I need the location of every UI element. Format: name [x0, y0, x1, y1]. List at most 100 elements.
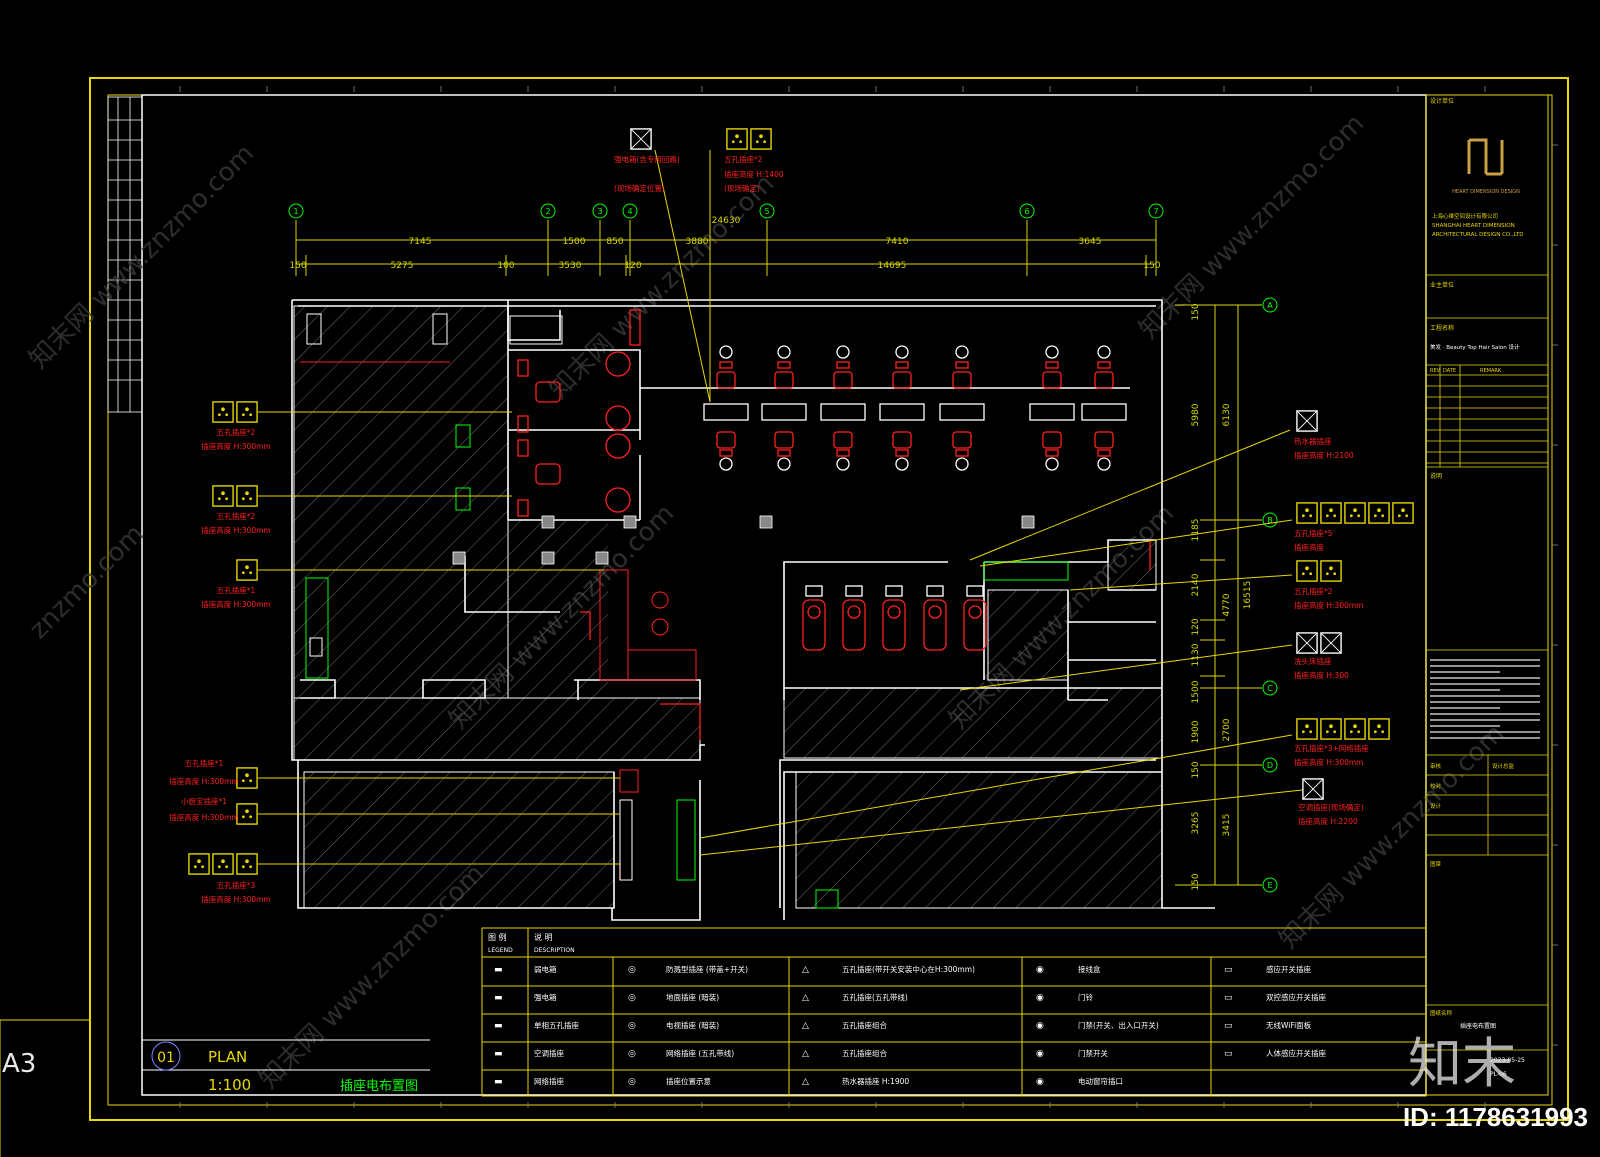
- grid-label: 2: [545, 207, 550, 216]
- callout-line: 五孔插座*2: [724, 154, 763, 164]
- drawn-label: 设计: [1430, 802, 1442, 810]
- dim-text: 1900: [1191, 720, 1201, 743]
- dim-text: 1185: [1191, 519, 1201, 542]
- dim-text: 3530: [559, 261, 582, 271]
- legend-header: DESCRIPTION: [534, 947, 575, 954]
- legend-item: 五孔插座(带开关安装中心在H:300mm): [842, 964, 975, 974]
- dim-text: 150: [1191, 303, 1201, 320]
- client-label: 业主单位: [1430, 281, 1454, 289]
- dim-text: 24630: [712, 216, 741, 226]
- callout-line: 插座高度 H:300mm: [169, 812, 238, 822]
- dim-text: 150: [289, 261, 306, 271]
- rev-header: REV: [1430, 368, 1441, 374]
- grid-label: 3: [597, 207, 602, 216]
- callout: 五孔插座*3 插座高度 H:300mm: [201, 880, 270, 904]
- legend-item: 地面插座 (暗装): [666, 992, 719, 1002]
- callout-line: 五孔插座*5: [1294, 528, 1333, 538]
- watermark: 知末网 www.znzmo.com: [1274, 719, 1510, 955]
- grid-label: D: [1267, 761, 1273, 770]
- hatched-zones: [293, 305, 1163, 909]
- legend-symbol-icon: ◉: [1036, 1021, 1044, 1031]
- callout-line: 热水器插座: [1294, 436, 1332, 446]
- legend-item: 双控感应开关插座: [1266, 992, 1326, 1002]
- legend-item: 热水器插座 H:1900: [842, 1076, 909, 1086]
- approved-label: 审核: [1430, 762, 1442, 770]
- title-block: 设计单位 HEART DIMENSION DESIGN 上海心维空间设计有限公司…: [1425, 94, 1549, 1096]
- styling-station: [820, 403, 866, 421]
- legend-symbol-icon: ▬: [494, 1021, 503, 1031]
- styling-station: [879, 403, 925, 421]
- legend-item: 电视插座 (暗装): [666, 1020, 719, 1030]
- drawing-title-label: 图纸名称: [1430, 1009, 1453, 1017]
- watermark: 知末网 www.znzmo.com: [544, 169, 780, 405]
- styling-station: [1029, 403, 1075, 421]
- callout: 五孔插座*2 插座高度 H:300mm: [201, 427, 270, 451]
- callout-line: 插座高度 H:300mm: [1294, 757, 1363, 767]
- callout: 热水器插座插座高度 H:2100: [1294, 436, 1354, 460]
- dim-text: 150: [1191, 761, 1201, 778]
- rev-header: DATE: [1443, 368, 1456, 374]
- callout-line: 插座高度 H:300: [1294, 670, 1349, 680]
- callout-line: 插座高度 H:300mm: [201, 599, 270, 609]
- dim-text: 14695: [878, 261, 907, 271]
- callout-line: (现场确定): [724, 183, 760, 193]
- firm-logo: [1467, 138, 1504, 176]
- side-cabinet: [517, 499, 529, 517]
- salon-chair: [892, 345, 912, 389]
- callout: 五孔插座*3+网络插座插座高度 H:300mm: [1294, 743, 1369, 767]
- firm-line: ARCHITECTURAL DESIGN CO.,LTD: [1432, 232, 1523, 238]
- callout: 强电箱(含专用回路) (现场确定位置): [614, 154, 680, 193]
- callout-line: 五孔插座*2: [217, 427, 256, 437]
- salon-chair: [774, 431, 794, 471]
- grid-label: E: [1267, 881, 1272, 890]
- dim-text: 4770: [1222, 593, 1232, 616]
- legend-header: LEGEND: [488, 947, 513, 954]
- legend-item: 五孔插座组合: [842, 1048, 887, 1058]
- grid-label: A: [1267, 301, 1273, 310]
- callout-line: 五孔插座*3: [217, 880, 256, 890]
- salon-chair: [716, 431, 736, 471]
- notes-lines: [1430, 659, 1540, 739]
- legend-symbol-icon: ▬: [494, 965, 503, 975]
- checked-label: 校对: [1430, 782, 1442, 790]
- callout: 五孔插座*1 插座高度 H:300mm: [201, 585, 270, 609]
- grid-label: 5: [764, 207, 769, 216]
- callout-line: 洗头床插座: [1294, 656, 1332, 666]
- sheet-size-label: A3: [2, 1049, 36, 1079]
- legend-item: 五孔插座组合: [842, 1020, 887, 1030]
- side-cabinet: [517, 359, 529, 377]
- salon-chair: [892, 431, 912, 471]
- wash-bed: [963, 585, 987, 651]
- side-cabinet: [517, 439, 529, 457]
- dim-text: 150: [1143, 261, 1160, 271]
- firm-name-en: HEART DIMENSION DESIGN: [1452, 189, 1520, 195]
- legend-symbol-icon: ▬: [494, 993, 503, 1003]
- callout-line: 插座高度 H:300mm: [201, 441, 270, 451]
- dim-text: 2140: [1191, 573, 1201, 596]
- legend-item: 网络插座 (五孔带线): [666, 1048, 734, 1058]
- watermark: 知末网 www.znzmo.com: [1134, 109, 1370, 345]
- legend-item: 强电箱: [534, 992, 557, 1002]
- wash-bed: [882, 585, 906, 651]
- callout-line: 插座高度 H:300mm: [201, 894, 270, 904]
- plan-title-block: 01 PLAN 1:100 插座电布置图 A3: [2, 1039, 430, 1094]
- legend-item: 接线盒: [1078, 964, 1101, 974]
- grid-label: C: [1267, 684, 1273, 693]
- plan-scale: 1:100: [208, 1076, 251, 1094]
- dim-text: 3645: [1079, 237, 1102, 247]
- legend-table: 图 例 LEGEND 说 明 DESCRIPTION ▬ 弱电箱 ▬ 强电箱 ▬ 单相五孔…: [481, 927, 1427, 1097]
- callout-line: 插座高度 H:300mm: [169, 776, 238, 786]
- legend-symbol-icon: ▭: [1224, 1049, 1233, 1059]
- image-id-badge: ID: 1178631993: [1402, 1102, 1588, 1132]
- legend-symbol-icon: ◎: [628, 1021, 636, 1031]
- dimension-right-text: 5980 150 1185 2140 120 1130 1500 1900 15…: [1191, 303, 1253, 890]
- dim-text: 6130: [1222, 403, 1232, 426]
- salon-chair: [1094, 431, 1114, 471]
- grid-label: 1: [293, 207, 298, 216]
- salon-chair: [774, 345, 794, 389]
- legend-item: 人体感应开关插座: [1266, 1048, 1326, 1058]
- callout-line: 插座高度 H:300mm: [1294, 600, 1363, 610]
- callout: 洗头床插座插座高度 H:300: [1294, 656, 1349, 680]
- legend-symbol-icon: ◎: [628, 1049, 636, 1059]
- callout: 五孔插座*2 插座高度 H:300mm: [201, 511, 270, 535]
